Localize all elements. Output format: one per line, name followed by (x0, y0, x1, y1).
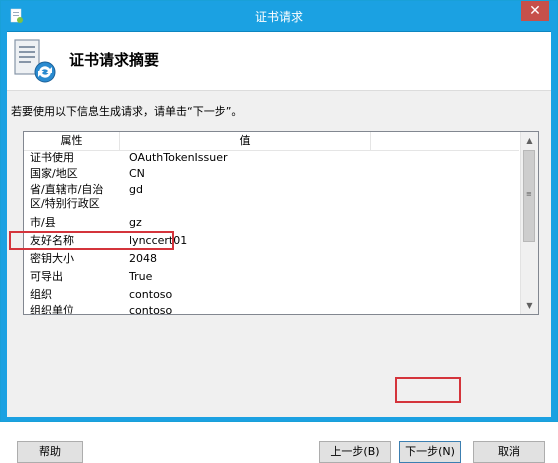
summary-list-content: 属性 值 证书使用 OAuthTokenIssuer 国家/地区 CN 省/直辖… (24, 132, 519, 314)
next-button-highlight-box (395, 377, 461, 403)
column-header-value[interactable]: 值 (120, 132, 371, 150)
certificate-request-window: 证书请求 ✕ 证书请求摘要 若要使用以下信息生成请求，请单击“下一步”。 属性 … (0, 0, 558, 463)
friendly-name-highlight-box (9, 231, 174, 250)
list-row[interactable]: 市/县 gz (24, 216, 519, 232)
list-row[interactable]: 可导出 True (24, 270, 519, 286)
vertical-scrollbar[interactable]: ▲ ≡ ▼ (520, 132, 538, 314)
list-row[interactable]: 国家/地区 CN (24, 167, 519, 183)
instruction-text: 若要使用以下信息生成请求，请单击“下一步”。 (11, 105, 243, 118)
row-property: 可导出 (30, 270, 63, 283)
cancel-button[interactable]: 取消 (473, 441, 545, 463)
title-bar[interactable]: 证书请求 ✕ (1, 1, 557, 31)
row-value: gd (129, 183, 143, 196)
scroll-down-arrow-icon[interactable]: ▼ (521, 297, 538, 314)
dialog-client-area: 证书请求摘要 若要使用以下信息生成请求，请单击“下一步”。 属性 值 证书使用 … (7, 31, 551, 463)
row-property: 组织单位 (30, 304, 74, 314)
page-title: 证书请求摘要 (69, 51, 160, 69)
row-property: 省/直辖市/自治区/特别行政区 (30, 183, 104, 210)
help-button[interactable]: 帮助 (17, 441, 83, 463)
row-property: 组织 (30, 288, 52, 301)
window-title: 证书请求 (254, 10, 303, 24)
row-value: contoso (129, 304, 173, 314)
scrollbar-grip-icon: ≡ (526, 190, 532, 198)
scrollbar-thumb[interactable]: ≡ (523, 150, 535, 242)
certificate-request-icon (14, 39, 56, 83)
list-column-header: 属性 值 (24, 132, 519, 151)
row-value: CN (129, 167, 145, 180)
row-value: contoso (129, 288, 173, 301)
wizard-body: 若要使用以下信息生成请求，请单击“下一步”。 属性 值 证书使用 OAuthTo… (7, 90, 551, 463)
list-row[interactable]: 证书使用 OAuthTokenIssuer (24, 151, 519, 167)
list-row[interactable]: 密钥大小 2048 (24, 252, 519, 268)
list-row[interactable]: 省/直辖市/自治区/特别行政区 gd (24, 183, 519, 213)
column-header-property[interactable]: 属性 (24, 132, 120, 150)
row-property: 国家/地区 (30, 167, 78, 180)
list-row[interactable]: 组织单位 contoso (24, 304, 519, 314)
next-button[interactable]: 下一步(N) (399, 441, 461, 463)
summary-list[interactable]: 属性 值 证书使用 OAuthTokenIssuer 国家/地区 CN 省/直辖… (23, 131, 539, 315)
row-value: gz (129, 216, 142, 229)
row-value: True (129, 270, 153, 283)
close-button[interactable]: ✕ (521, 1, 549, 21)
wizard-header: 证书请求摘要 (7, 32, 551, 90)
row-value: OAuthTokenIssuer (129, 151, 228, 164)
row-value: 2048 (129, 252, 157, 265)
scroll-up-arrow-icon[interactable]: ▲ (521, 132, 538, 149)
row-property: 密钥大小 (30, 252, 74, 265)
row-property: 市/县 (30, 216, 56, 229)
list-row[interactable]: 组织 contoso (24, 288, 519, 304)
row-property: 证书使用 (30, 151, 74, 164)
back-button[interactable]: 上一步(B) (319, 441, 391, 463)
